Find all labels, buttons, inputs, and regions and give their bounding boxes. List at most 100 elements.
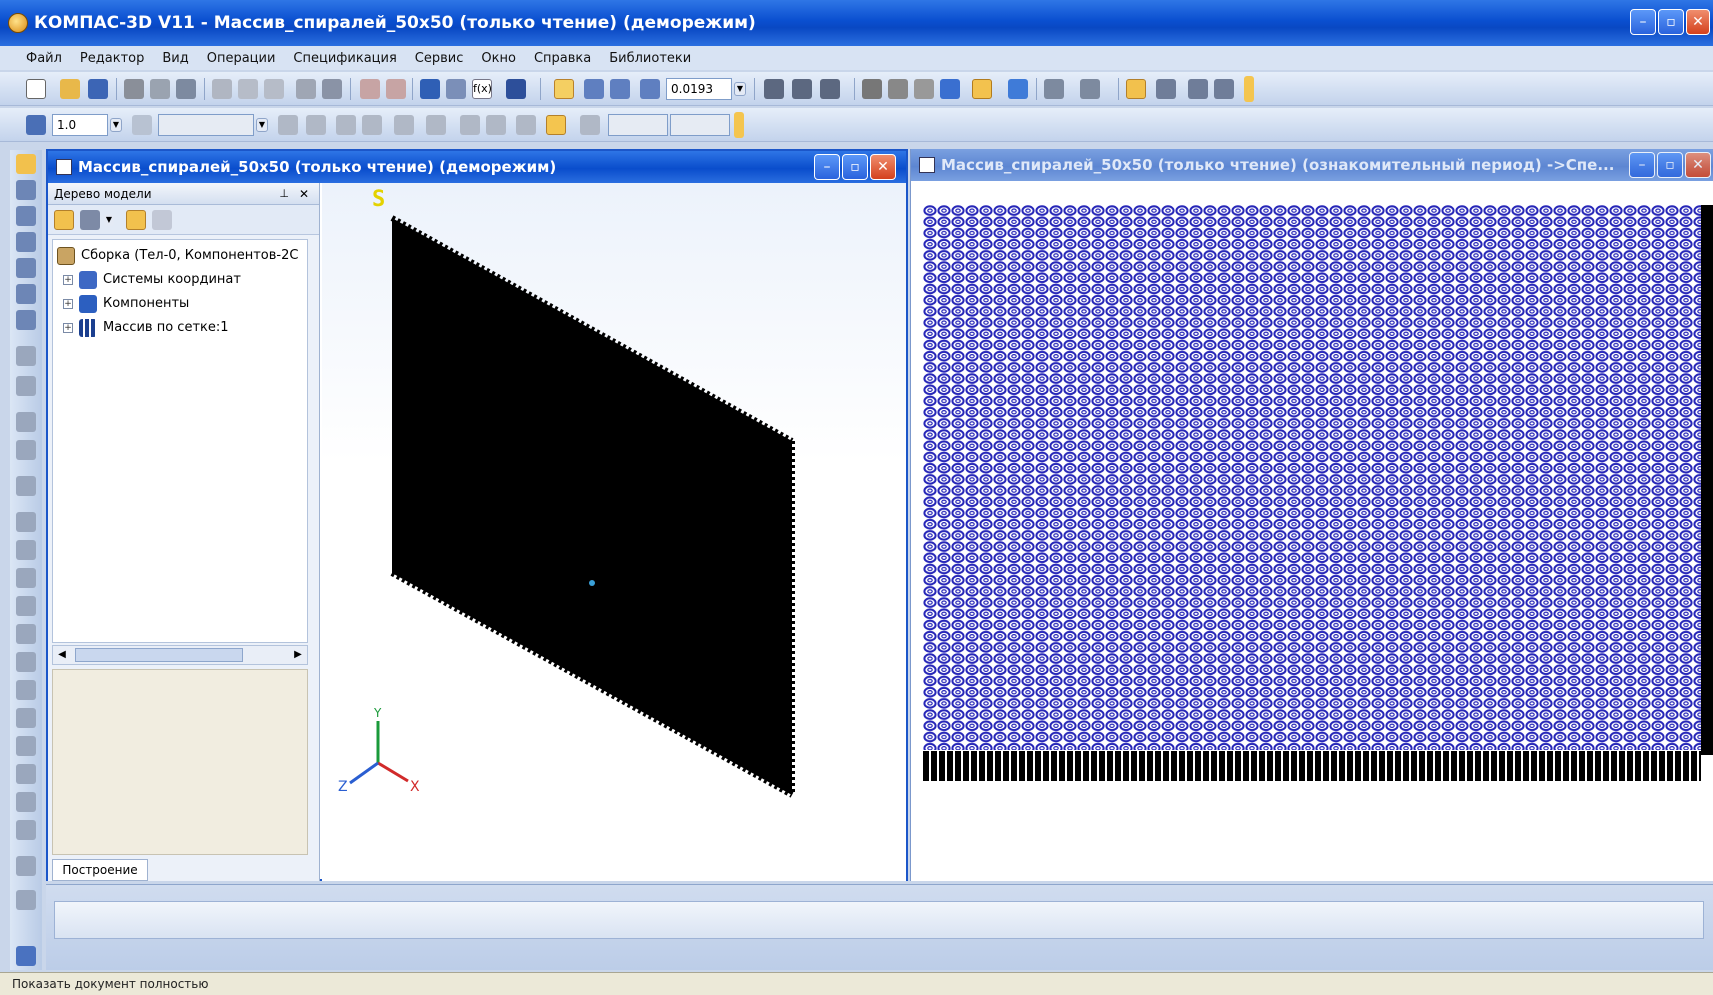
tree-item-coordinate-systems[interactable]: + Системы координат: [63, 270, 241, 290]
scroll-thumb[interactable]: [75, 648, 243, 662]
angle-icon[interactable]: [394, 115, 414, 135]
ortho-icon[interactable]: [460, 115, 480, 135]
tree-build-order-icon[interactable]: [54, 210, 74, 230]
scroll-right-icon[interactable]: ▶: [291, 648, 305, 662]
surfaces-icon[interactable]: [16, 232, 36, 252]
properties-icon[interactable]: [176, 79, 196, 99]
check-icon[interactable]: [296, 79, 316, 99]
orientation-icon[interactable]: [820, 79, 840, 99]
menu-view[interactable]: Вид: [162, 51, 188, 66]
tree-item-assembly[interactable]: Сборка (Тел-0, Компонентов-2С: [57, 246, 298, 266]
perspective-icon[interactable]: [1008, 79, 1028, 99]
edit-icon[interactable]: [362, 115, 382, 135]
zoom-scale-icon[interactable]: [640, 79, 660, 99]
plane-icon[interactable]: [306, 115, 326, 135]
step-input[interactable]: 1.0: [52, 114, 108, 136]
print-preview-icon[interactable]: [150, 79, 170, 99]
help-pointer-icon[interactable]: [506, 79, 526, 99]
rotate-icon[interactable]: [792, 79, 812, 99]
doc1-minimize-button[interactable]: –: [814, 154, 840, 180]
parametric-mode-icon[interactable]: [546, 115, 566, 135]
thin-hidden-lines-icon[interactable]: [914, 79, 934, 99]
sketch-icon[interactable]: [336, 115, 356, 135]
chamfer-icon[interactable]: [16, 624, 36, 644]
doc1-title-bar[interactable]: Массив_спиралей_50x50 (только чтение) (д…: [48, 151, 906, 183]
layer-input[interactable]: [158, 114, 254, 136]
tree-toggle-icon[interactable]: [1126, 79, 1146, 99]
spatial-curves-icon[interactable]: [16, 206, 36, 226]
refresh-icon[interactable]: [1214, 79, 1234, 99]
doc2-maximize-button[interactable]: ▫: [1657, 152, 1683, 178]
layer-dropdown-icon[interactable]: ▼: [256, 118, 268, 132]
snap-icon[interactable]: [516, 115, 536, 135]
save-icon[interactable]: [88, 79, 108, 99]
loft-icon[interactable]: [16, 440, 36, 460]
tree-split-icon[interactable]: [126, 210, 146, 230]
doc2-title-bar[interactable]: Массив_спиралей_50x50 (только чтение) (о…: [911, 149, 1713, 181]
cut-extrude-icon[interactable]: [16, 476, 36, 496]
grid-icon[interactable]: [426, 115, 446, 135]
cut-kinematic-icon[interactable]: [16, 540, 36, 560]
zoom-dropdown-icon[interactable]: ▼: [734, 82, 746, 96]
panel-close-icon[interactable]: ✕: [299, 183, 309, 205]
cut-rotate-icon[interactable]: [16, 512, 36, 532]
arrays-icon[interactable]: [16, 258, 36, 278]
menu-operations[interactable]: Операции: [207, 51, 276, 66]
tab-construction[interactable]: Построение: [52, 859, 148, 881]
thread-icon[interactable]: [16, 856, 36, 876]
compact-panel-toggle-icon[interactable]: [16, 154, 36, 174]
undo-icon[interactable]: [360, 79, 380, 99]
redo-icon[interactable]: [386, 79, 406, 99]
menu-editor[interactable]: Редактор: [80, 51, 144, 66]
open-folder-icon[interactable]: [60, 79, 80, 99]
expand-icon[interactable]: +: [63, 274, 73, 285]
rib-icon[interactable]: [16, 680, 36, 700]
model-viewport[interactable]: Y X Z S: [322, 183, 906, 881]
maximize-button[interactable]: ▫: [1658, 9, 1684, 35]
print-icon[interactable]: [124, 79, 144, 99]
coords-icon[interactable]: [580, 115, 600, 135]
zoom-in-icon[interactable]: [584, 79, 604, 99]
mirror-icon[interactable]: [16, 820, 36, 840]
tree-item-grid-array[interactable]: + Массив по сетке:1: [63, 318, 229, 338]
doc1-close-button[interactable]: ✕: [870, 154, 896, 180]
cut-icon[interactable]: [212, 79, 232, 99]
close-button[interactable]: ✕: [1686, 9, 1710, 35]
menu-window[interactable]: Окно: [481, 51, 516, 66]
spiral-grid-view[interactable]: [923, 205, 1713, 785]
menu-service[interactable]: Сервис: [415, 51, 464, 66]
step-dropdown-icon[interactable]: ▼: [110, 118, 122, 132]
expand-icon[interactable]: +: [63, 322, 73, 333]
menu-help[interactable]: Справка: [534, 51, 591, 66]
menu-file[interactable]: Файл: [26, 51, 62, 66]
select-filter-icon[interactable]: [1080, 79, 1100, 99]
paste-icon[interactable]: [264, 79, 284, 99]
local-cs-icon[interactable]: [278, 115, 298, 135]
wireframe-icon[interactable]: [862, 79, 882, 99]
scroll-left-icon[interactable]: ◀: [55, 648, 69, 662]
copy-icon[interactable]: [238, 79, 258, 99]
pan-icon[interactable]: [764, 79, 784, 99]
doc2-minimize-button[interactable]: –: [1629, 152, 1655, 178]
menu-specification[interactable]: Спецификация: [293, 51, 396, 66]
section-icon[interactable]: [16, 764, 36, 784]
kompas-app-icon[interactable]: [8, 13, 28, 33]
pin-icon[interactable]: ⊥: [279, 183, 289, 205]
tree-structure-icon[interactable]: [80, 210, 100, 230]
zoom-window-icon[interactable]: [554, 79, 574, 99]
zoom-input[interactable]: 0.0193: [666, 78, 732, 100]
shaded-icon[interactable]: [940, 79, 960, 99]
fillet-icon[interactable]: [16, 596, 36, 616]
extrude-icon[interactable]: [16, 346, 36, 366]
menu-libraries[interactable]: Библиотеки: [609, 51, 691, 66]
doc1-maximize-button[interactable]: ▫: [842, 154, 868, 180]
hole-icon[interactable]: [16, 652, 36, 672]
tree-item-components[interactable]: + Компоненты: [63, 294, 189, 314]
cut-loft-icon[interactable]: [16, 568, 36, 588]
split-icon[interactable]: [16, 792, 36, 812]
calculator-icon[interactable]: [322, 79, 342, 99]
sheet-body-icon[interactable]: [16, 890, 36, 910]
edit-tools-icon[interactable]: [16, 180, 36, 200]
hidden-lines-icon[interactable]: [888, 79, 908, 99]
doc2-close-button[interactable]: ✕: [1685, 152, 1711, 178]
